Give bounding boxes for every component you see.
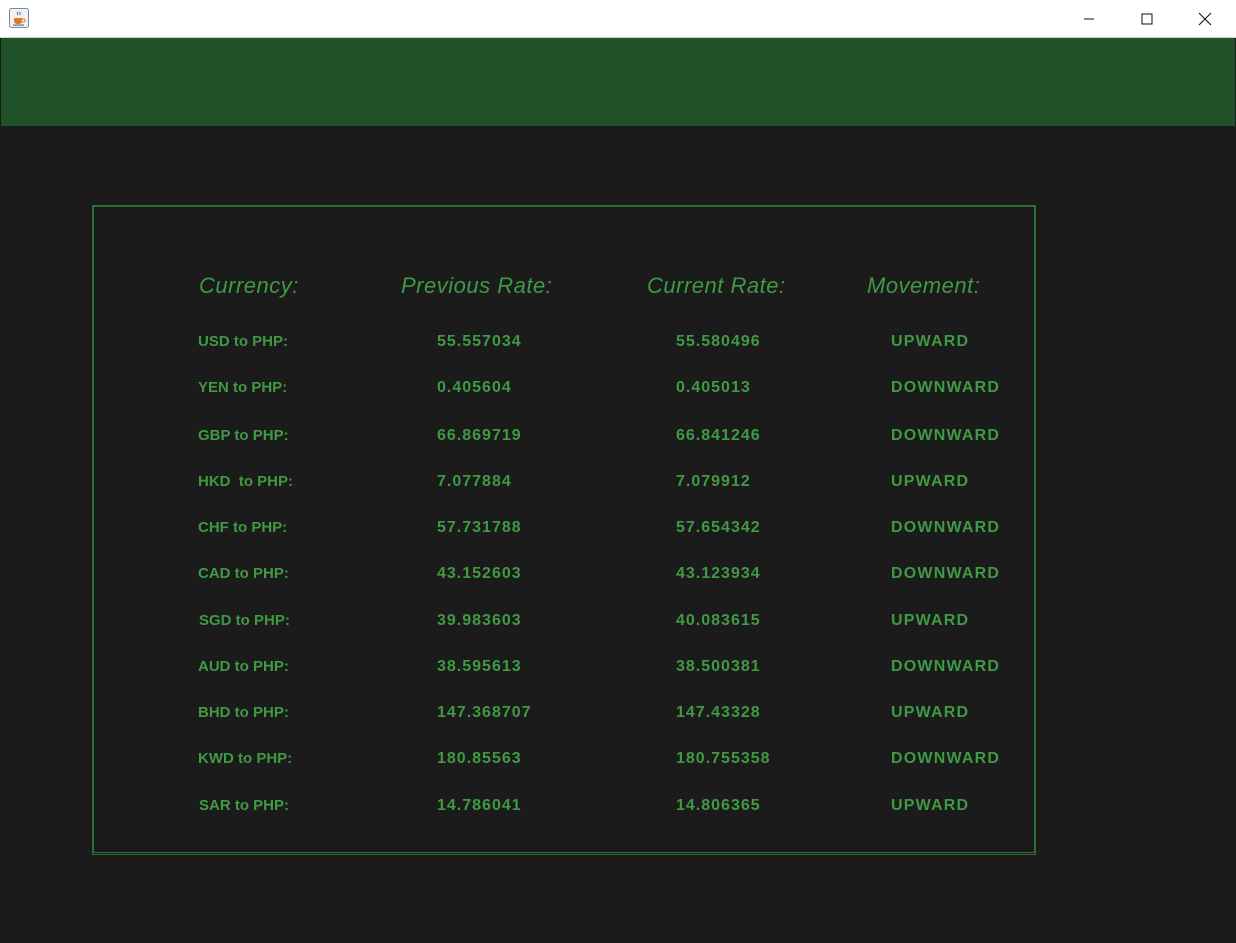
currency-pair-label: CHF to PHP: bbox=[198, 519, 288, 536]
movement-value: DOWNWARD bbox=[891, 750, 1001, 767]
table-row: BHD to PHP: 147.368707 147.43328 UPWARD bbox=[0, 704, 1236, 728]
header-banner bbox=[1, 38, 1235, 126]
header-current-rate: Current Rate: bbox=[647, 273, 786, 298]
close-button[interactable] bbox=[1176, 0, 1234, 37]
currency-pair-label: SGD to PHP: bbox=[199, 612, 290, 629]
previous-rate-value: 14.786041 bbox=[437, 797, 522, 814]
currency-pair-label: CAD to PHP: bbox=[198, 565, 289, 582]
table-row: SGD to PHP: 39.983603 40.083615 UPWARD bbox=[0, 612, 1236, 636]
movement-value: UPWARD bbox=[891, 612, 970, 629]
movement-value: UPWARD bbox=[891, 473, 970, 490]
app-window: Currency: Previous Rate: Current Rate: M… bbox=[0, 0, 1236, 943]
previous-rate-value: 0.405604 bbox=[437, 379, 512, 396]
current-rate-value: 147.43328 bbox=[676, 704, 761, 721]
table-row: KWD to PHP: 180.85563 180.755358 DOWNWAR… bbox=[0, 750, 1236, 774]
table-row: HKD to PHP: 7.077884 7.079912 UPWARD bbox=[0, 473, 1236, 497]
current-rate-value: 43.123934 bbox=[676, 565, 761, 582]
currency-pair-label: KWD to PHP: bbox=[198, 750, 293, 767]
current-rate-value: 7.079912 bbox=[676, 473, 751, 490]
table-row: YEN to PHP: 0.405604 0.405013 DOWNWARD bbox=[0, 379, 1236, 403]
previous-rate-value: 147.368707 bbox=[437, 704, 532, 721]
table-row: AUD to PHP: 38.595613 38.500381 DOWNWARD bbox=[0, 658, 1236, 682]
previous-rate-value: 180.85563 bbox=[437, 750, 522, 767]
table-row: SAR to PHP: 14.786041 14.806365 UPWARD bbox=[0, 797, 1236, 821]
movement-value: DOWNWARD bbox=[891, 565, 1001, 582]
table-row: USD to PHP: 55.557034 55.580496 UPWARD bbox=[0, 333, 1236, 357]
header-movement: Movement: bbox=[867, 273, 981, 298]
movement-value: DOWNWARD bbox=[891, 519, 1001, 536]
currency-pair-label: SAR to PHP: bbox=[199, 797, 289, 814]
title-bar[interactable] bbox=[0, 0, 1236, 38]
movement-value: UPWARD bbox=[891, 333, 970, 350]
current-rate-value: 40.083615 bbox=[676, 612, 761, 629]
java-coffee-icon[interactable] bbox=[9, 8, 29, 28]
movement-value: UPWARD bbox=[891, 704, 970, 721]
minimize-button[interactable] bbox=[1060, 0, 1118, 37]
close-icon bbox=[1198, 12, 1212, 26]
table-row: CHF to PHP: 57.731788 57.654342 DOWNWARD bbox=[0, 519, 1236, 543]
currency-pair-label: GBP to PHP: bbox=[198, 427, 289, 444]
movement-value: DOWNWARD bbox=[891, 658, 1001, 675]
minimize-icon bbox=[1083, 13, 1095, 25]
header-currency: Currency: bbox=[199, 273, 299, 298]
current-rate-value: 57.654342 bbox=[676, 519, 761, 536]
previous-rate-value: 57.731788 bbox=[437, 519, 522, 536]
movement-value: UPWARD bbox=[891, 797, 970, 814]
previous-rate-value: 38.595613 bbox=[437, 658, 522, 675]
current-rate-value: 66.841246 bbox=[676, 427, 761, 444]
maximize-icon bbox=[1141, 13, 1153, 25]
previous-rate-value: 39.983603 bbox=[437, 612, 522, 629]
currency-pair-label: USD to PHP: bbox=[198, 333, 288, 350]
previous-rate-value: 43.152603 bbox=[437, 565, 522, 582]
currency-pair-label: BHD to PHP: bbox=[198, 704, 289, 721]
current-rate-value: 14.806365 bbox=[676, 797, 761, 814]
current-rate-value: 180.755358 bbox=[676, 750, 771, 767]
previous-rate-value: 66.869719 bbox=[437, 427, 522, 444]
table-row: CAD to PHP: 43.152603 43.123934 DOWNWARD bbox=[0, 565, 1236, 589]
current-rate-value: 55.580496 bbox=[676, 333, 761, 350]
movement-value: DOWNWARD bbox=[891, 427, 1001, 444]
movement-value: DOWNWARD bbox=[891, 379, 1001, 396]
header-previous-rate: Previous Rate: bbox=[401, 273, 553, 298]
table-row: GBP to PHP: 66.869719 66.841246 DOWNWARD bbox=[0, 427, 1236, 451]
currency-pair-label: AUD to PHP: bbox=[198, 658, 289, 675]
previous-rate-value: 7.077884 bbox=[437, 473, 512, 490]
previous-rate-value: 55.557034 bbox=[437, 333, 522, 350]
current-rate-value: 38.500381 bbox=[676, 658, 761, 675]
maximize-button[interactable] bbox=[1118, 0, 1176, 37]
currency-pair-label: HKD to PHP: bbox=[198, 473, 293, 490]
current-rate-value: 0.405013 bbox=[676, 379, 751, 396]
currency-pair-label: YEN to PHP: bbox=[198, 379, 288, 396]
